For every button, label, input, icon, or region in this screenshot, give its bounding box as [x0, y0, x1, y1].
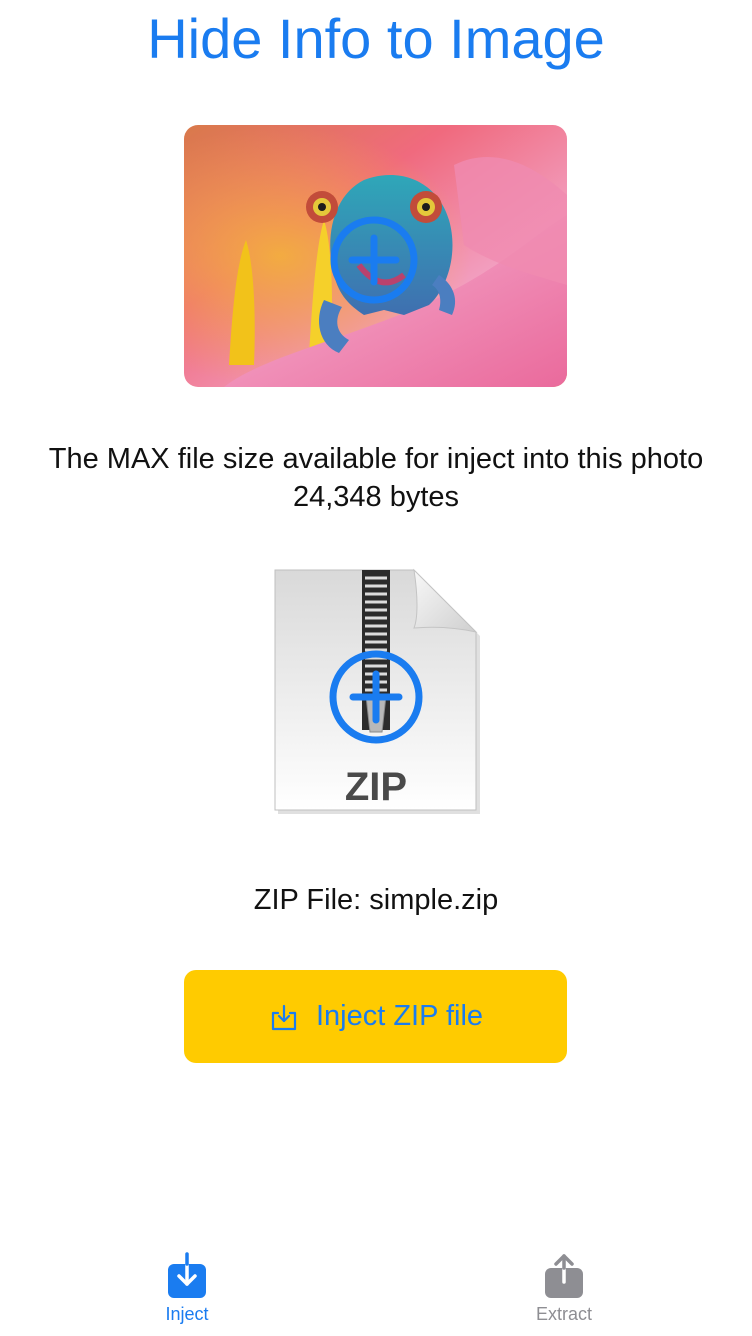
inject-zip-button[interactable]: Inject ZIP file: [184, 970, 567, 1063]
share-upload-icon: [545, 1254, 583, 1298]
zip-file-picker[interactable]: ZIP: [268, 566, 484, 820]
photo-picker[interactable]: [184, 125, 567, 387]
tab-extract[interactable]: Extract: [494, 1240, 634, 1336]
capacity-info: The MAX file size available for inject i…: [0, 440, 752, 516]
page-title: Hide Info to Image: [147, 7, 605, 70]
tab-bar: Inject Extract: [0, 1240, 752, 1336]
tray-download-icon: [168, 1252, 206, 1298]
tab-extract-label: Extract: [535, 1304, 592, 1324]
tray-download-icon: [271, 1004, 297, 1030]
zip-icon-text: ZIP: [345, 765, 407, 809]
tab-inject[interactable]: Inject: [117, 1240, 257, 1336]
inject-zip-button-label: Inject ZIP file: [315, 1000, 484, 1032]
capacity-label: The MAX file size available for inject i…: [48, 443, 704, 475]
zip-file-icon: ZIP: [274, 568, 480, 814]
zip-file-label: ZIP File: simple.zip: [253, 884, 499, 916]
tab-inject-label: Inject: [165, 1304, 209, 1324]
capacity-value: 24,348 bytes: [292, 481, 460, 513]
plus-circle-icon: [330, 216, 418, 304]
